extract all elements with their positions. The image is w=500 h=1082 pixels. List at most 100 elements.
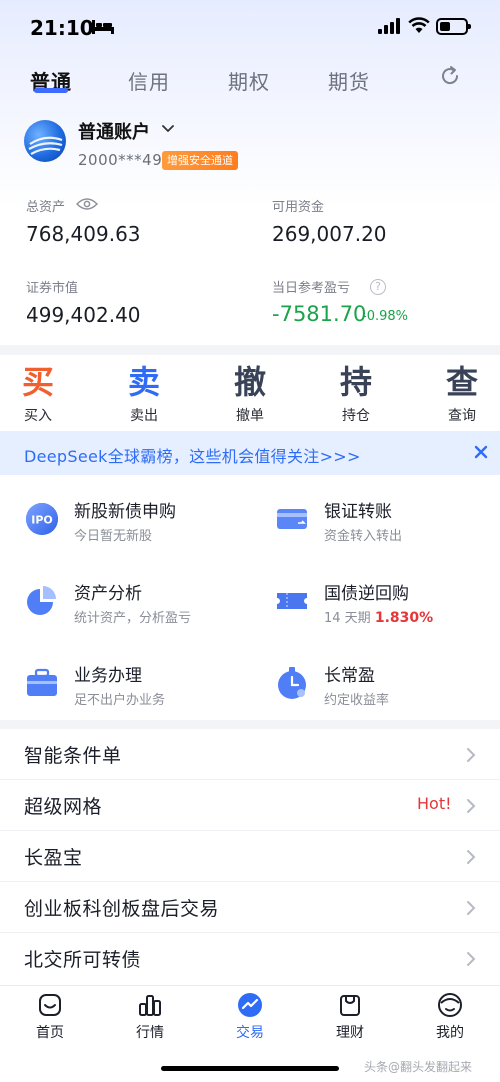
nav-label: 我的 — [436, 1025, 464, 1041]
briefcase-icon — [27, 668, 57, 696]
list-item[interactable]: 智能条件单 — [0, 729, 500, 780]
nav-label: 行情 — [136, 1025, 164, 1041]
service-treasury-repo[interactable]: 国债逆回购 14 天期 1.830% — [274, 579, 494, 629]
list-item[interactable]: 创业板科创板盘后交易 — [0, 882, 500, 933]
query-icon: 查 — [445, 363, 478, 401]
list-item-label: 智能条件单 — [24, 745, 122, 767]
cancel-order-label: 撤单 — [236, 408, 264, 424]
market-value-value: 499,402.40 — [26, 303, 141, 327]
total-assets-label: 总资产 — [26, 200, 66, 215]
chevron-right-icon — [467, 799, 476, 813]
service-title: 业务办理 — [74, 666, 142, 686]
chevron-down-icon[interactable] — [160, 121, 176, 137]
refresh-icon[interactable] — [438, 64, 462, 88]
sleep-mode-icon — [92, 20, 114, 34]
card-transfer-icon — [277, 509, 307, 529]
list-item-label: 北交所可转债 — [24, 949, 142, 971]
daily-pnl-percent: -0.98% — [362, 309, 408, 324]
close-icon[interactable] — [474, 445, 488, 459]
buy-label: 买入 — [24, 408, 52, 424]
ipo-icon: IPO — [26, 503, 58, 535]
service-subtitle: 14 天期 1.830% — [324, 607, 433, 626]
pie-chart-icon — [27, 586, 56, 615]
svg-text:IPO: IPO — [31, 514, 53, 527]
ticket-icon — [277, 593, 307, 609]
nav-wealth[interactable]: 理财 — [320, 992, 380, 1042]
positions-label: 持仓 — [342, 408, 370, 424]
nav-home[interactable]: 首页 — [20, 992, 80, 1042]
account-type-tabs: 普通 信用 期权 期货 — [0, 60, 500, 104]
tab-credit[interactable]: 信用 — [128, 66, 170, 95]
repo-term: 14 天期 — [324, 611, 371, 626]
service-subtitle: 统计资产，分析盈亏 — [74, 611, 192, 626]
query-button[interactable]: 查 查询 — [432, 363, 492, 425]
service-ipo[interactable]: IPO 新股新债申购 今日暂无新股 — [24, 497, 244, 547]
list-item-label: 创业板科创板盘后交易 — [24, 898, 220, 920]
wealth-icon — [340, 995, 360, 1016]
status-bar: 21:10 — [0, 0, 500, 56]
chevron-right-icon — [467, 850, 476, 864]
clock-bag-icon — [278, 667, 306, 699]
nav-market[interactable]: 行情 — [120, 992, 180, 1042]
buy-button[interactable]: 买 买入 — [8, 363, 68, 425]
available-funds-label: 可用资金 — [272, 200, 325, 215]
account-name[interactable]: 普通账户 — [78, 118, 150, 144]
hot-badge: Hot! — [417, 794, 452, 813]
nav-trade[interactable]: 交易 — [220, 992, 280, 1042]
cancel-order-button[interactable]: 撤 撤单 — [220, 363, 280, 425]
wifi-icon — [408, 17, 430, 33]
feature-list: 智能条件单 超级网格 Hot! 长盈宝 创业板科创板盘后交易 北交所可转债 — [0, 729, 500, 985]
list-item[interactable]: 长盈宝 — [0, 831, 500, 882]
list-item[interactable]: 北交所可转债 — [0, 933, 500, 984]
tab-futures[interactable]: 期货 — [328, 66, 370, 95]
quick-actions: 买 买入 卖 卖出 撤 撤单 持 持仓 查 查询 — [0, 355, 500, 431]
services-grid: IPO 新股新债申购 今日暂无新股 银证转账 资金转入转出 资产分析 统计资产，… — [0, 475, 500, 720]
secure-channel-badge[interactable]: 增强安全通道 — [162, 151, 238, 170]
sell-button[interactable]: 卖 卖出 — [114, 363, 174, 425]
query-label: 查询 — [448, 408, 476, 424]
service-title: 资产分析 — [74, 584, 142, 604]
service-changchangying[interactable]: 长常盈 约定收益率 — [274, 661, 494, 711]
service-business[interactable]: 业务办理 足不出户办业务 — [24, 661, 244, 711]
market-icon — [139, 995, 161, 1016]
account-number: 2000***49 — [78, 151, 163, 169]
tab-options[interactable]: 期权 — [228, 66, 270, 95]
service-title: 国债逆回购 — [324, 584, 409, 604]
daily-pnl-label: 当日参考盈亏 — [272, 281, 351, 296]
sell-label: 卖出 — [130, 408, 158, 424]
service-title: 新股新债申购 — [74, 502, 176, 522]
broker-logo — [24, 120, 66, 162]
list-item-label: 超级网格 — [24, 796, 103, 818]
service-subtitle: 今日暂无新股 — [74, 529, 153, 544]
nav-label: 理财 — [336, 1025, 364, 1041]
list-item[interactable]: 超级网格 Hot! — [0, 780, 500, 831]
home-indicator — [161, 1066, 339, 1071]
watermark: 头条@翻头发翻起来 — [364, 1060, 473, 1074]
promo-banner[interactable]: DeepSeek全球霸榜，这些机会值得关注>>> — [0, 431, 500, 475]
repo-rate: 1.830% — [374, 610, 434, 626]
service-title: 银证转账 — [324, 502, 392, 522]
available-funds-value: 269,007.20 — [272, 222, 387, 246]
active-tab-indicator — [34, 88, 68, 93]
chevron-right-icon — [467, 748, 476, 762]
daily-pnl-value: -7581.70 — [272, 302, 367, 326]
service-title: 长常盈 — [324, 666, 375, 686]
service-subtitle: 资金转入转出 — [324, 529, 403, 544]
nav-profile[interactable]: 我的 — [420, 992, 480, 1042]
profile-icon — [438, 993, 462, 1017]
help-icon[interactable]: ? — [370, 279, 386, 295]
eye-icon[interactable] — [76, 197, 98, 211]
service-subtitle: 约定收益率 — [324, 693, 390, 708]
cancel-order-icon: 撤 — [233, 363, 266, 401]
service-subtitle: 足不出户办业务 — [74, 693, 166, 708]
nav-label: 首页 — [36, 1025, 64, 1041]
battery-icon — [436, 18, 471, 35]
positions-button[interactable]: 持 持仓 — [326, 363, 386, 425]
sell-icon: 卖 — [127, 363, 160, 401]
total-assets-value: 768,409.63 — [26, 222, 141, 246]
service-asset-analysis[interactable]: 资产分析 统计资产，分析盈亏 — [24, 579, 244, 629]
trade-icon — [238, 993, 262, 1017]
home-icon — [39, 994, 61, 1016]
cellular-signal-icon — [378, 18, 400, 34]
service-bank-transfer[interactable]: 银证转账 资金转入转出 — [274, 497, 494, 547]
